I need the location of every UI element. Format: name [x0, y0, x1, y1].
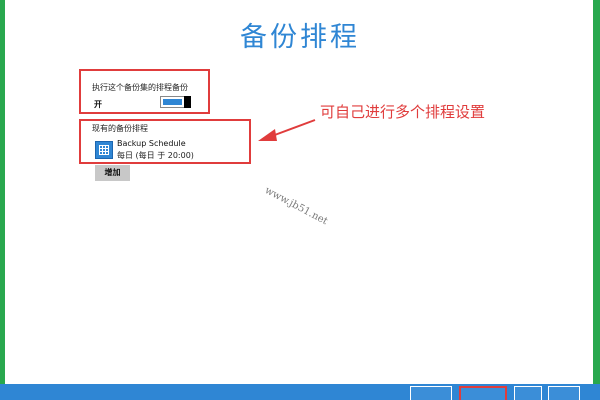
annotation-arrow [258, 119, 316, 141]
bottom-toolbar [0, 384, 600, 400]
help-button[interactable] [548, 386, 580, 400]
cancel-button[interactable] [514, 386, 542, 400]
next-button[interactable] [459, 386, 507, 400]
annotation-text: 可自己进行多个排程设置 [320, 103, 486, 121]
previous-button[interactable] [410, 386, 452, 400]
